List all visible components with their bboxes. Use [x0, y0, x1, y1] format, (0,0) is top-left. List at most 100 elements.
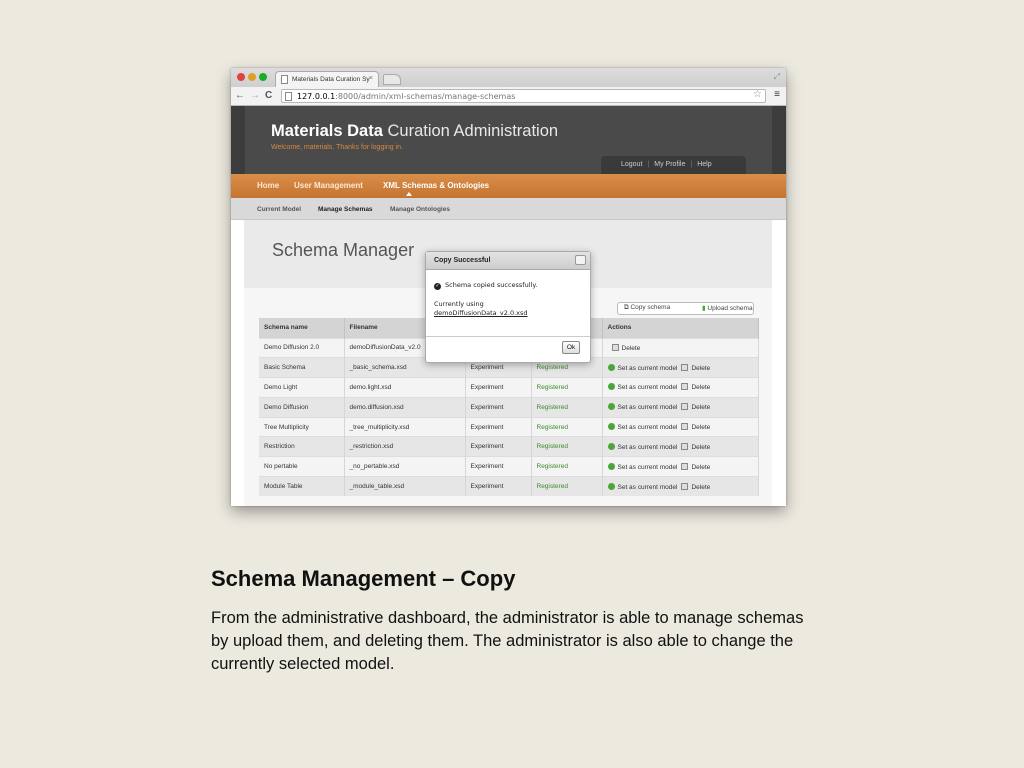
trash-icon: [681, 482, 689, 490]
address-bar: ← → C 127.0.0.1:8000/admin/xml-schemas/m…: [231, 87, 786, 106]
subnav-manage-ontologies[interactable]: Manage Ontologies: [390, 206, 450, 213]
url-path: :8000/admin/xml-schemas/manage-schemas: [335, 92, 516, 101]
page-title: Schema Manager: [272, 240, 415, 260]
cell-status: Registered: [531, 476, 603, 497]
tab-title: Materials Data Curation Sy: [292, 76, 370, 83]
delete-link[interactable]: Delete: [691, 444, 710, 451]
cell-schema-name: Basic Schema: [259, 357, 345, 378]
bookmark-star-icon[interactable]: ☆: [753, 89, 762, 100]
delete-link[interactable]: Delete: [691, 365, 710, 372]
app-title-light: Curation Administration: [387, 122, 559, 140]
col-actions: Actions: [602, 318, 759, 338]
delete-link[interactable]: Delete: [622, 345, 641, 352]
delete-link[interactable]: Delete: [691, 484, 710, 491]
app-title: Materials Data Curation Administration: [271, 122, 558, 141]
upload-schema-label: Upload schema: [707, 305, 753, 312]
set-current-model-link[interactable]: Set as current model: [618, 484, 678, 491]
cell-schema-name: Tree Multiplicity: [259, 416, 345, 437]
app-header: Materials Data Curation Administration W…: [231, 106, 786, 174]
set-current-model-link[interactable]: Set as current model: [618, 444, 678, 451]
cell-filename: _restriction.xsd: [344, 436, 466, 457]
set-current-model-link[interactable]: Set as current model: [618, 404, 678, 411]
set-current-model-link[interactable]: Set as current model: [618, 424, 678, 431]
logout-link[interactable]: Logout: [621, 161, 642, 168]
cell-actions: Set as current model Delete: [602, 456, 759, 477]
subnav-current-model[interactable]: Current Model: [257, 206, 301, 213]
url-input[interactable]: 127.0.0.1:8000/admin/xml-schemas/manage-…: [281, 89, 766, 103]
trash-icon: [681, 403, 689, 411]
close-tab-icon[interactable]: ×: [369, 75, 373, 82]
url-host: 127.0.0.1: [297, 92, 336, 101]
set-current-model-link[interactable]: Set as current model: [618, 365, 678, 372]
dialog-title-bar: Copy Successful: [426, 252, 590, 270]
set-current-icon: [607, 403, 615, 411]
dialog-file-link[interactable]: demoDiffusionData_v2.0.xsd: [434, 309, 528, 317]
cell-type: Experiment: [465, 377, 532, 398]
fullscreen-icon[interactable]: ⤢: [774, 72, 780, 82]
sub-nav: Current Model Manage Schemas Manage Onto…: [231, 198, 786, 220]
delete-link[interactable]: Delete: [691, 424, 710, 431]
cell-schema-name: Demo Light: [259, 377, 345, 398]
cell-schema-name: Restriction: [259, 436, 345, 457]
cell-status: Registered: [531, 396, 603, 418]
slide-body: From the administrative dashboard, the a…: [211, 609, 804, 673]
forward-icon[interactable]: →: [250, 90, 260, 101]
delete-link[interactable]: Delete: [691, 384, 710, 391]
header-edge: [231, 106, 245, 174]
menu-icon[interactable]: ≡: [774, 89, 780, 100]
dialog-close-button[interactable]: [575, 255, 586, 265]
welcome-message: Welcome, materials. Thanks for logging i…: [271, 144, 404, 151]
new-tab-button[interactable]: [383, 74, 401, 85]
set-current-model-link[interactable]: Set as current model: [618, 464, 678, 471]
cell-schema-name: Demo Diffusion: [259, 396, 345, 418]
cell-type: Experiment: [465, 396, 532, 418]
cell-actions: Set as current model Delete: [602, 416, 759, 437]
delete-link[interactable]: Delete: [691, 404, 710, 411]
dialog-using-label: Currently using: [434, 300, 484, 308]
cell-filename: _tree_multiplicity.xsd: [344, 416, 466, 437]
cell-actions: Set as current model Delete: [602, 396, 759, 418]
cell-status: Registered: [531, 416, 603, 437]
nav-xml-schemas[interactable]: XML Schemas & Ontologies: [383, 181, 489, 190]
trash-icon: [681, 423, 689, 431]
browser-tab[interactable]: Materials Data Curation Sy ×: [275, 71, 379, 87]
cell-filename: _module_table.xsd: [344, 476, 466, 497]
set-current-icon: [607, 423, 615, 431]
set-current-icon: [607, 363, 615, 371]
set-current-icon: [607, 482, 615, 490]
reload-icon[interactable]: C: [265, 90, 272, 101]
cell-actions: Set as current model Delete: [602, 476, 759, 497]
back-icon[interactable]: ←: [235, 90, 245, 101]
help-link[interactable]: Help: [697, 161, 711, 168]
cell-type: Experiment: [465, 456, 532, 477]
header-edge: [772, 106, 786, 174]
close-window-icon[interactable]: [237, 73, 245, 81]
my-profile-link[interactable]: My Profile: [654, 161, 685, 168]
cell-status: Registered: [531, 436, 603, 457]
ok-button[interactable]: Ok: [562, 341, 580, 354]
copy-schema-button[interactable]: ⧉ Copy schema: [624, 302, 670, 315]
delete-link[interactable]: Delete: [691, 464, 710, 471]
trash-icon: [681, 462, 689, 470]
nav-home[interactable]: Home: [257, 181, 279, 190]
minimize-window-icon[interactable]: [248, 73, 256, 81]
copy-success-dialog: Copy Successful ✓ Schema copied successfu…: [425, 251, 591, 363]
subnav-manage-schemas[interactable]: Manage Schemas: [318, 206, 373, 213]
upload-schema-button[interactable]: ▮ Upload schema: [702, 302, 753, 315]
cell-type: Experiment: [465, 476, 532, 497]
col-schema-name: Schema name: [259, 318, 345, 338]
cell-status: Registered: [531, 377, 603, 398]
dialog-message: ✓ Schema copied successfully.: [434, 281, 537, 290]
table-row: Tree Multiplicity _tree_multiplicity.xsd E…: [259, 416, 759, 437]
nav-user-management[interactable]: User Management: [294, 181, 363, 190]
set-current-model-link[interactable]: Set as current model: [618, 384, 678, 391]
tab-strip: Materials Data Curation Sy × ⤢: [231, 68, 786, 87]
app-title-bold: Materials Data: [271, 122, 383, 140]
cell-actions: Set as current model Delete: [602, 377, 759, 398]
cell-filename: demo.diffusion.xsd: [344, 396, 466, 418]
cell-schema-name: Module Table: [259, 476, 345, 497]
trash-icon: [681, 383, 689, 391]
trash-icon: [681, 363, 689, 371]
dialog-title: Copy Successful: [434, 257, 491, 264]
zoom-window-icon[interactable]: [259, 73, 267, 81]
